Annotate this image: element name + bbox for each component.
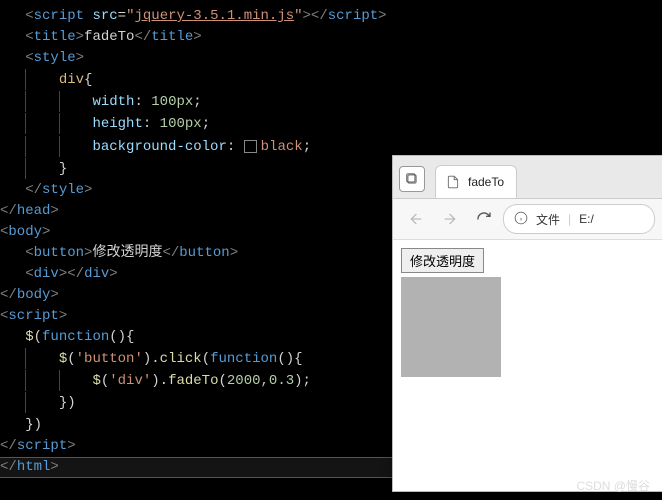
url-separator: | — [568, 212, 571, 226]
forward-button[interactable] — [435, 204, 465, 234]
address-bar[interactable]: 文件 | E:/ — [503, 204, 655, 234]
browser-tabbar: fadeTo — [393, 156, 662, 199]
browser-window: fadeTo 文件 | E:/ 修改透明度 — [392, 155, 662, 492]
page-content: 修改透明度 — [393, 240, 662, 385]
back-button[interactable] — [401, 204, 431, 234]
faded-div — [401, 277, 501, 377]
refresh-button[interactable] — [469, 204, 499, 234]
url-path: E:/ — [579, 212, 594, 226]
arrow-right-icon — [442, 211, 458, 227]
info-icon — [514, 211, 528, 228]
tab-title: fadeTo — [468, 175, 504, 189]
file-icon — [446, 175, 460, 189]
refresh-icon — [476, 211, 492, 227]
browser-tab[interactable]: fadeTo — [435, 165, 517, 198]
browser-toolbar: 文件 | E:/ — [393, 199, 662, 240]
arrow-left-icon — [408, 211, 424, 227]
url-label: 文件 — [536, 211, 560, 228]
tab-overview-icon — [405, 172, 419, 186]
modify-opacity-button[interactable]: 修改透明度 — [401, 248, 484, 273]
tab-overview-button[interactable] — [399, 166, 425, 192]
color-swatch-black — [244, 140, 257, 153]
